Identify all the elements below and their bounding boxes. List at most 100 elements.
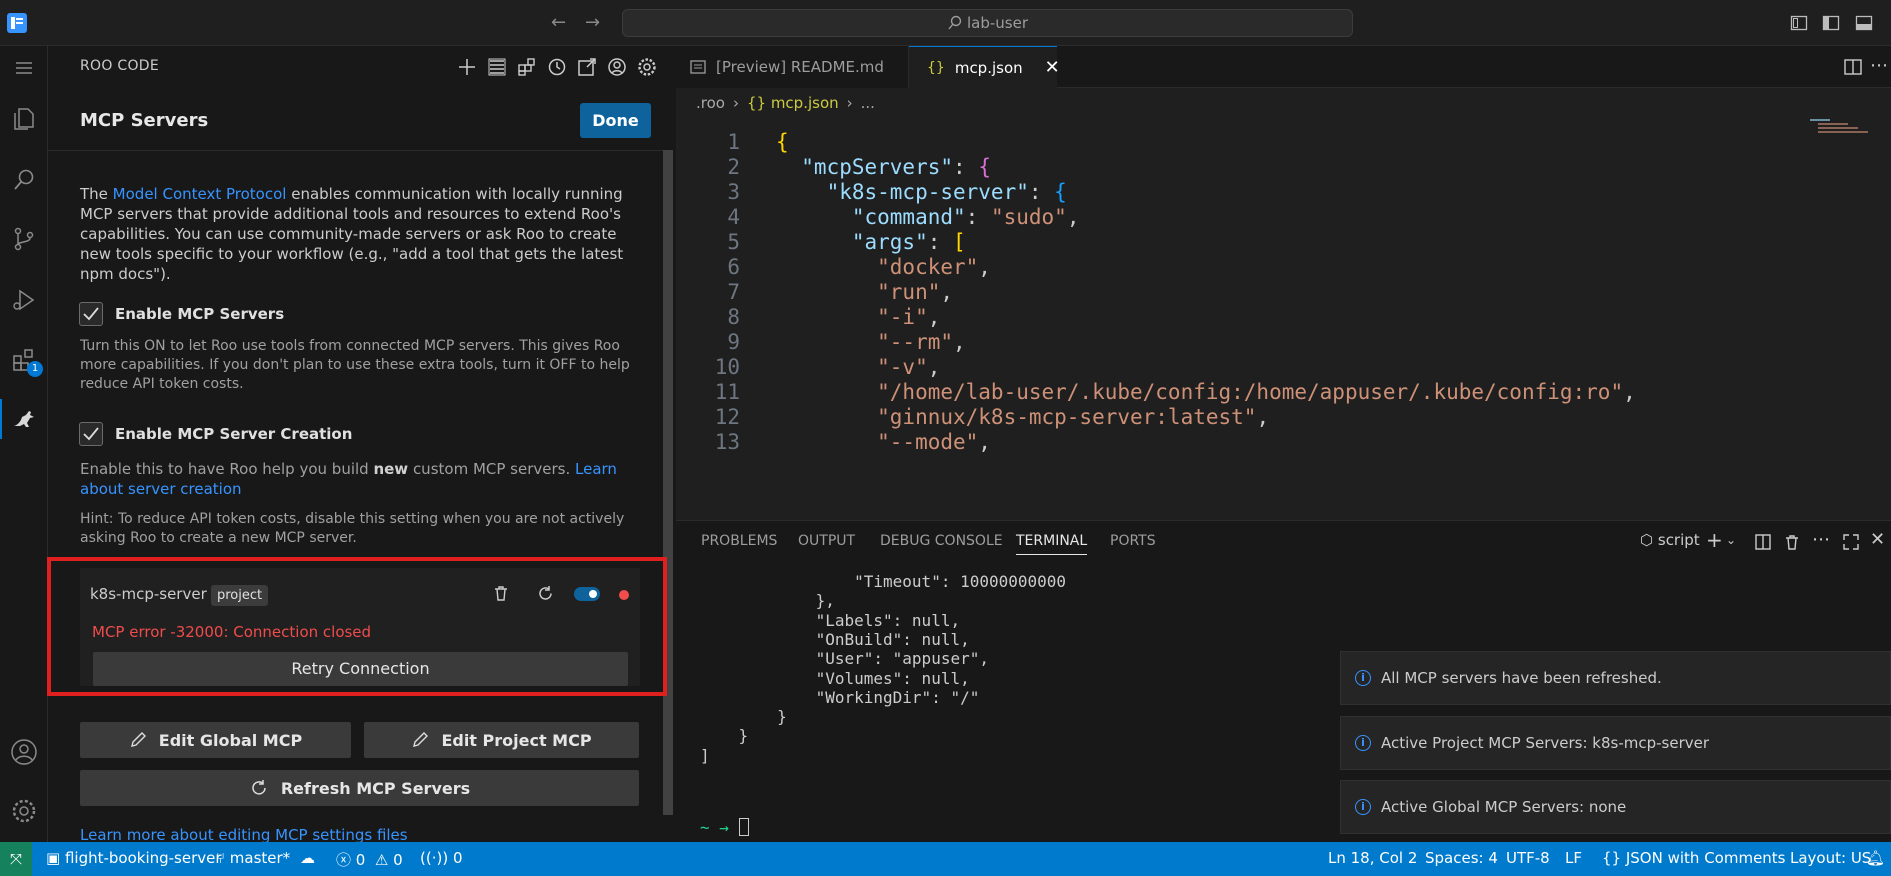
status-encoding[interactable]: UTF-8 [1506,849,1550,867]
code-token: , [1256,405,1270,429]
code-line[interactable]: "mcpServers": { [776,155,991,179]
roo-kangaroo-icon[interactable] [0,399,48,439]
forward-arrow-icon[interactable]: → [585,12,600,33]
code-line[interactable]: "k8s-mcp-server": { [776,180,1067,204]
code-token: "docker" [776,255,979,279]
breadcrumb-more[interactable]: ... [861,94,875,112]
toggle-panel-icon[interactable] [1855,14,1873,32]
menu-icon[interactable] [0,48,48,88]
app-menu-icon[interactable] [6,12,28,34]
enable-mcp-servers-label[interactable]: Enable MCP Servers [115,305,284,323]
breadcrumb-file[interactable]: {} mcp.json [747,94,839,112]
account-circle-icon[interactable] [607,57,627,77]
terminal-line: "Volumes": null, [700,668,970,688]
edit-global-mcp-button[interactable]: Edit Global MCP [80,722,351,758]
tab-readme-preview[interactable]: [Preview] README.md [676,46,909,88]
mcp-servers-icon[interactable] [517,57,537,77]
tab-mcp-json[interactable]: {} mcp.json ✕ [909,46,1060,88]
source-control-icon[interactable] [0,219,48,259]
tab-output[interactable]: OUTPUT [798,533,855,549]
new-terminal-plus-icon[interactable]: + [1706,528,1723,552]
notification-toast[interactable]: i Active Project MCP Servers: k8s-mcp-ser… [1340,716,1891,770]
new-task-plus-icon[interactable] [457,57,477,77]
layout-customize-icon[interactable] [1790,14,1808,32]
toggle-primary-sidebar-icon[interactable] [1822,14,1840,32]
code-editor[interactable]: 1{2 "mcpServers": {3 "k8s-mcp-server": {… [676,115,1891,520]
code-token: : [965,205,991,229]
close-tab-icon[interactable]: ✕ [1045,57,1060,78]
chevron-down-icon[interactable]: ⌄ [1726,533,1736,547]
status-repo[interactable]: ▣ flight-booking-server [46,849,222,867]
status-problems[interactable]: ⓧ 0 ⚠ 0 [336,849,403,870]
code-line[interactable]: "args": [ [776,230,966,254]
run-debug-icon[interactable] [0,280,48,320]
enable-server-creation-label[interactable]: Enable MCP Server Creation [115,425,352,443]
maximize-panel-icon[interactable] [1842,533,1860,551]
edit-project-label: Edit Project MCP [441,730,592,750]
remote-indicator-icon[interactable]: ⤧ [0,842,32,876]
back-arrow-icon[interactable]: ← [551,12,566,33]
done-button[interactable]: Done [580,103,651,138]
refresh-mcp-servers-button[interactable]: Refresh MCP Servers [80,770,639,806]
close-panel-icon[interactable]: ✕ [1870,529,1885,550]
terminal-selector[interactable]: ⬡ script [1640,531,1700,549]
split-terminal-icon[interactable] [1754,533,1772,551]
code-line[interactable]: { [776,130,789,154]
code-token: , [940,280,954,304]
settings-gear-icon[interactable] [637,57,657,77]
history-icon[interactable] [547,57,567,77]
mcp-protocol-link[interactable]: Model Context Protocol [113,185,287,203]
popout-icon[interactable] [577,57,597,77]
code-line[interactable]: "/home/lab-user/.kube/config:/home/appus… [776,380,1636,404]
notification-toast[interactable]: i All MCP servers have been refreshed. [1340,651,1891,705]
status-ports[interactable]: ((·)) 0 [420,849,463,867]
status-keyboard-layout[interactable]: Layout: US [1790,849,1871,867]
sidebar-scrollbar[interactable] [663,150,673,815]
tab-ports[interactable]: PORTS [1110,533,1156,549]
breadcrumb-folder[interactable]: .roo [696,94,725,112]
notifications-bell-icon[interactable]: 🔔︎ [1866,849,1885,867]
code-line[interactable]: "docker", [776,255,991,279]
terminal-prompt[interactable]: ~ → [700,818,749,837]
status-branch[interactable]: ⑂ master* [216,849,290,867]
notification-toast[interactable]: i Active Global MCP Servers: none [1340,780,1891,834]
sync-cloud-icon[interactable]: ☁ [300,849,315,867]
tab-problems[interactable]: PROBLEMS [701,533,777,549]
manage-gear-icon[interactable] [0,791,48,831]
page-title: MCP Servers [80,110,209,131]
status-indentation[interactable]: Spaces: 4 [1425,849,1498,867]
code-line[interactable]: "ginnux/k8s-mcp-server:latest", [776,405,1269,429]
prompts-icon[interactable] [487,57,507,77]
search-icon[interactable] [0,160,48,200]
code-line[interactable]: "--rm", [776,330,966,354]
status-language[interactable]: {} JSON with Comments [1602,849,1786,867]
status-cursor-position[interactable]: Ln 18, Col 2 [1328,849,1417,867]
code-line[interactable]: "command": "sudo", [776,205,1080,229]
command-center-search[interactable]: lab-user [622,9,1353,37]
status-eol[interactable]: LF [1565,849,1582,867]
code-line[interactable]: "-v", [776,355,940,379]
terminal-more-icon[interactable]: ⋯ [1812,529,1830,550]
code-line[interactable]: "--mode", [776,430,991,454]
account-icon[interactable] [0,732,48,772]
terminal-name: script [1657,531,1700,549]
kill-terminal-trash-icon[interactable] [1783,533,1801,551]
split-editor-icon[interactable] [1843,57,1863,77]
tab-debug-console[interactable]: DEBUG CONSOLE [880,533,1003,549]
code-token: , [927,305,941,329]
breadcrumb: .roo ›{} mcp.json ›... [696,94,875,112]
edit-project-mcp-button[interactable]: Edit Project MCP [364,722,639,758]
enable-mcp-servers-checkbox[interactable] [79,302,103,326]
checkmark-icon [83,307,99,321]
more-actions-icon[interactable]: ⋯ [1870,55,1888,76]
minimap[interactable] [1810,117,1870,157]
explorer-icon[interactable] [0,99,48,139]
code-line[interactable]: "run", [776,280,953,304]
enable-server-creation-checkbox[interactable] [79,422,103,446]
tab-terminal[interactable]: TERMINAL [1016,533,1088,555]
code-token: "run" [776,280,941,304]
code-line[interactable]: "-i", [776,305,940,329]
code-token: "-v" [776,355,928,379]
code-token: [ [953,230,966,254]
code-token: , [1623,380,1636,404]
